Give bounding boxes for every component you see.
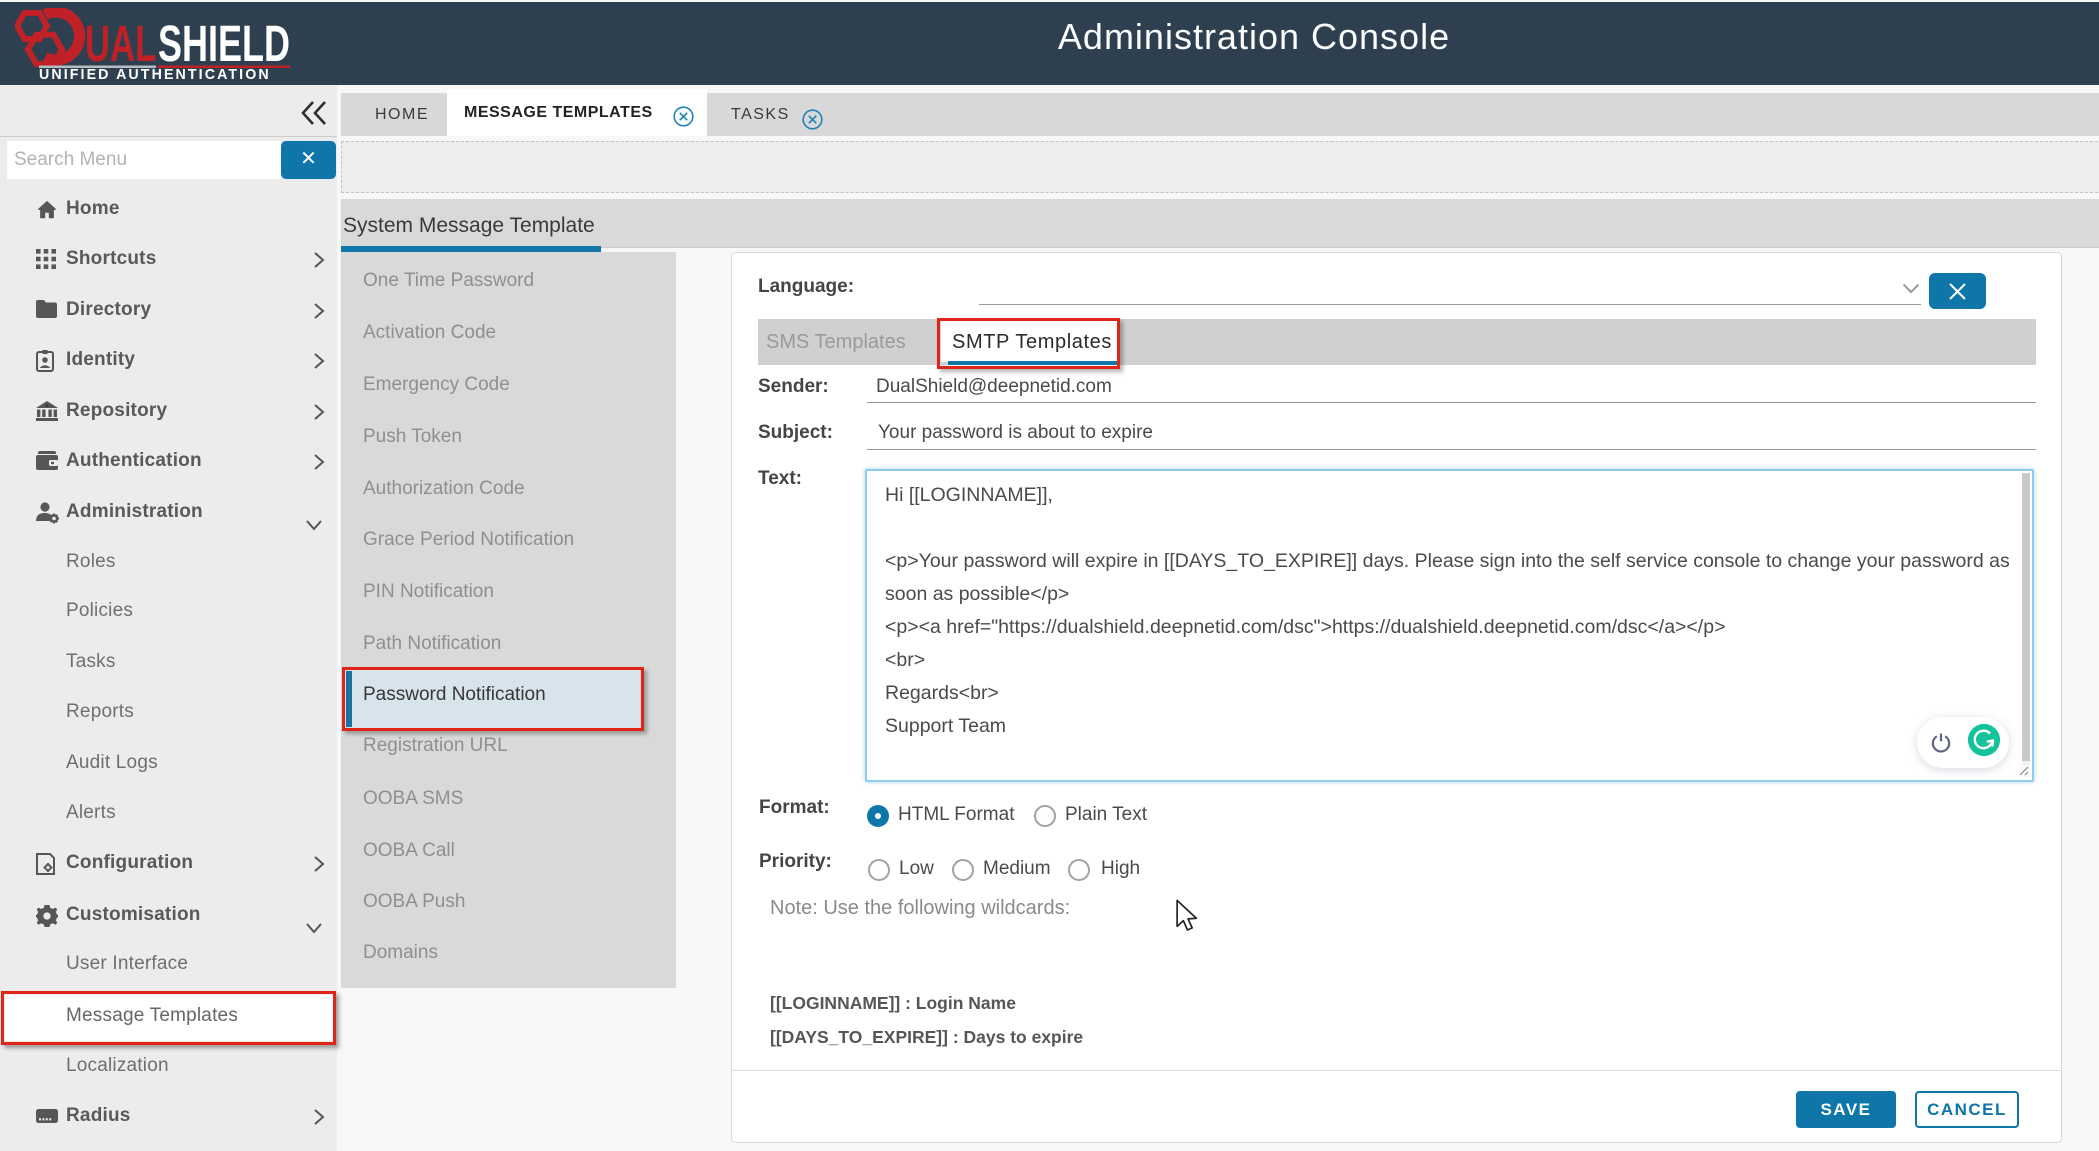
svg-text:UNIFIED AUTHENTICATION: UNIFIED AUTHENTICATION (39, 67, 271, 82)
svg-text:UAL: UAL (85, 17, 156, 73)
svg-text:SHIELD: SHIELD (158, 16, 290, 73)
